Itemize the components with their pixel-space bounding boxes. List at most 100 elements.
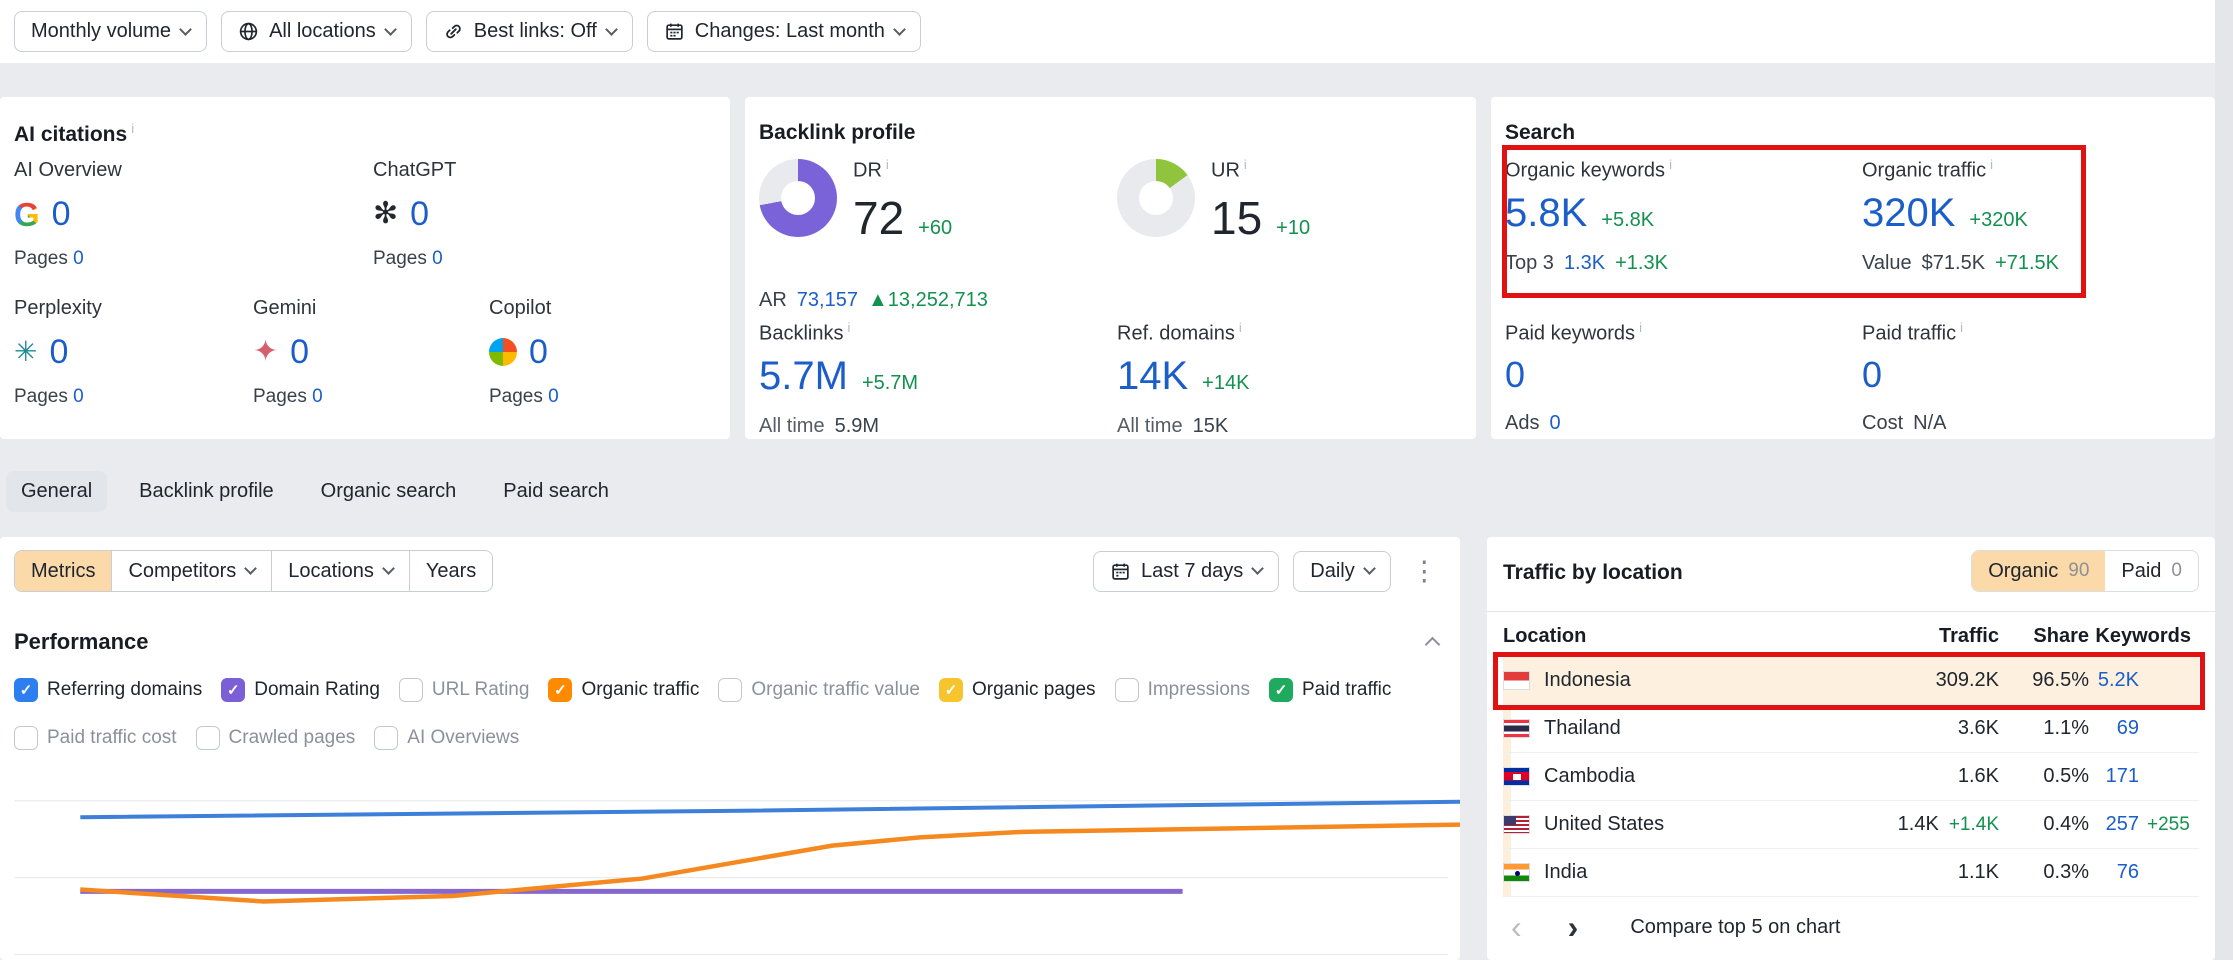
ai-pages-count[interactable]: 0	[548, 386, 559, 407]
checkbox-ai-overviews[interactable]: AI Overviews	[374, 726, 519, 750]
tab-organic-search[interactable]: Organic search	[306, 471, 472, 512]
organic-keywords-value[interactable]: 5.8K	[1505, 191, 1587, 236]
checkbox-box[interactable]: ✓	[939, 678, 963, 702]
ai-pages-count[interactable]: 0	[73, 248, 84, 269]
ai-citation-count[interactable]: 0	[290, 333, 309, 372]
toggle-organic[interactable]: Organic 90	[1972, 551, 2105, 591]
ads-value[interactable]: 0	[1549, 412, 1560, 435]
info-icon[interactable]: i	[886, 157, 889, 172]
info-icon[interactable]: i	[1669, 157, 1672, 172]
paid-traffic-value[interactable]: 0	[1862, 354, 1882, 396]
granularity-label: Daily	[1310, 560, 1354, 583]
backlink-profile-title: Backlink profile	[759, 121, 915, 145]
ai-pages-count[interactable]: 0	[432, 248, 443, 269]
more-options-kebab-icon[interactable]: ⋮	[1405, 550, 1444, 592]
info-icon[interactable]: i	[1960, 320, 1963, 335]
checkbox-impressions[interactable]: Impressions	[1115, 678, 1250, 702]
checkbox-box[interactable]	[14, 726, 38, 750]
changes-dropdown[interactable]: Changes: Last month	[647, 11, 921, 52]
checkbox-paid-traffic[interactable]: ✓Paid traffic	[1269, 678, 1391, 702]
checkbox-box[interactable]: ✓	[1269, 678, 1293, 702]
backlinks-label: Backlinksi	[759, 320, 918, 346]
tab-general[interactable]: General	[6, 471, 107, 512]
checkbox-url-rating[interactable]: URL Rating	[399, 678, 530, 702]
location-row-thailand[interactable]: Thailand3.6K1.1%69	[1503, 705, 2199, 753]
checkbox-box[interactable]: ✓	[14, 678, 38, 702]
location-table-body: Indonesia309.2K96.5%5.2KThailand3.6K1.1%…	[1503, 657, 2199, 897]
segment-locations[interactable]: Locations	[271, 551, 409, 591]
segment-metrics[interactable]: Metrics	[15, 551, 111, 591]
location-row-indonesia[interactable]: Indonesia309.2K96.5%5.2K	[1503, 657, 2199, 705]
keywords-value[interactable]: 76	[2117, 861, 2139, 884]
chevron-down-icon	[1363, 562, 1376, 575]
monthly-volume-dropdown[interactable]: Monthly volume	[14, 11, 207, 52]
checkbox-organic-traffic[interactable]: ✓Organic traffic	[548, 678, 699, 702]
all-locations-dropdown[interactable]: All locations	[221, 11, 412, 52]
granularity-dropdown[interactable]: Daily	[1293, 551, 1390, 592]
ai-citation-count[interactable]: 0	[52, 195, 71, 234]
ai-pages-count[interactable]: 0	[73, 386, 84, 407]
location-row-india[interactable]: India1.1K0.3%76	[1503, 849, 2199, 897]
checkbox-referring-domains[interactable]: ✓Referring domains	[14, 678, 202, 702]
prev-page-chevron-icon[interactable]: ‹	[1503, 912, 1530, 942]
date-range-label: Last 7 days	[1141, 560, 1243, 583]
checkbox-box[interactable]: ✓	[221, 678, 245, 702]
info-icon[interactable]: i	[1244, 157, 1247, 172]
checkbox-box[interactable]	[1115, 678, 1139, 702]
checkbox-paid-traffic-cost[interactable]: Paid traffic cost	[14, 726, 177, 750]
best-links-dropdown[interactable]: Best links: Off	[426, 11, 633, 52]
info-icon[interactable]: i	[1639, 320, 1642, 335]
ai-citation-count[interactable]: 0	[529, 333, 548, 372]
checkbox-box[interactable]	[718, 678, 742, 702]
checkbox-crawled-pages[interactable]: Crawled pages	[196, 726, 356, 750]
next-page-chevron-icon[interactable]: ›	[1560, 912, 1587, 942]
ai-pages-count[interactable]: 0	[312, 386, 323, 407]
checkbox-domain-rating[interactable]: ✓Domain Rating	[221, 678, 380, 702]
traffic-cell: 3.6K	[1819, 717, 1999, 740]
segment-years[interactable]: Years	[409, 551, 492, 591]
backlinks-value[interactable]: 5.7M	[759, 354, 848, 399]
tab-paid-search[interactable]: Paid search	[488, 471, 624, 512]
ai-citation-count[interactable]: 0	[49, 333, 68, 372]
checkbox-box[interactable]	[196, 726, 220, 750]
checkbox-box[interactable]	[399, 678, 423, 702]
organic-traffic-value[interactable]: 320K	[1862, 191, 1955, 236]
paid-keywords-value[interactable]: 0	[1505, 354, 1525, 396]
keywords-value[interactable]: 257	[2106, 813, 2139, 836]
kh-flag-icon	[1503, 767, 1530, 786]
checkbox-box[interactable]	[374, 726, 398, 750]
location-row-cambodia[interactable]: Cambodia1.6K0.5%171	[1503, 753, 2199, 801]
keywords-value[interactable]: 171	[2106, 765, 2139, 788]
scrollbar-gutter[interactable]	[2215, 0, 2233, 960]
dashboard: Monthly volume All locations Best links:…	[0, 0, 2233, 960]
keywords-value[interactable]: 5.2K	[2098, 669, 2139, 692]
calendar-icon	[664, 21, 685, 42]
info-icon[interactable]: i	[1990, 157, 1993, 172]
ai-citations-card: AI citationsi AI OverviewG0Pages 0ChatGP…	[0, 97, 730, 439]
calendar-icon	[1110, 561, 1131, 582]
ref-domains-value[interactable]: 14K	[1117, 354, 1188, 399]
tab-backlink-profile[interactable]: Backlink profile	[124, 471, 289, 512]
date-range-dropdown[interactable]: Last 7 days	[1093, 551, 1279, 592]
location-row-united-states[interactable]: United States1.4K+1.4K0.4%257+255	[1503, 801, 2199, 849]
ar-value[interactable]: 73,157	[797, 289, 858, 312]
info-icon[interactable]: i	[847, 320, 850, 335]
th-flag-icon	[1503, 719, 1530, 738]
segment-competitors[interactable]: Competitors	[111, 551, 271, 591]
top3-value[interactable]: 1.3K	[1564, 252, 1605, 275]
traffic-value: 1.6K	[1958, 765, 1999, 788]
chart-date-controls: Last 7 days Daily ⋮	[1093, 550, 1444, 592]
ai-citation-count[interactable]: 0	[410, 195, 429, 234]
column-keywords: Keywords	[2089, 625, 2199, 648]
collapse-section-chevron-icon[interactable]	[1425, 637, 1441, 653]
backlink-profile-card: Backlink profile DRi 72 +60 AR 73,157 ▲1…	[745, 97, 1476, 439]
toggle-paid[interactable]: Paid 0	[2105, 551, 2198, 591]
checkbox-box[interactable]: ✓	[548, 678, 572, 702]
checkbox-organic-pages[interactable]: ✓Organic pages	[939, 678, 1096, 702]
best-links-label: Best links: Off	[474, 20, 597, 43]
keywords-value[interactable]: 69	[2117, 717, 2139, 740]
column-traffic: Traffic	[1819, 625, 1999, 648]
info-icon[interactable]: i	[131, 121, 134, 136]
info-icon[interactable]: i	[1239, 320, 1242, 335]
checkbox-organic-traffic-value[interactable]: Organic traffic value	[718, 678, 920, 702]
